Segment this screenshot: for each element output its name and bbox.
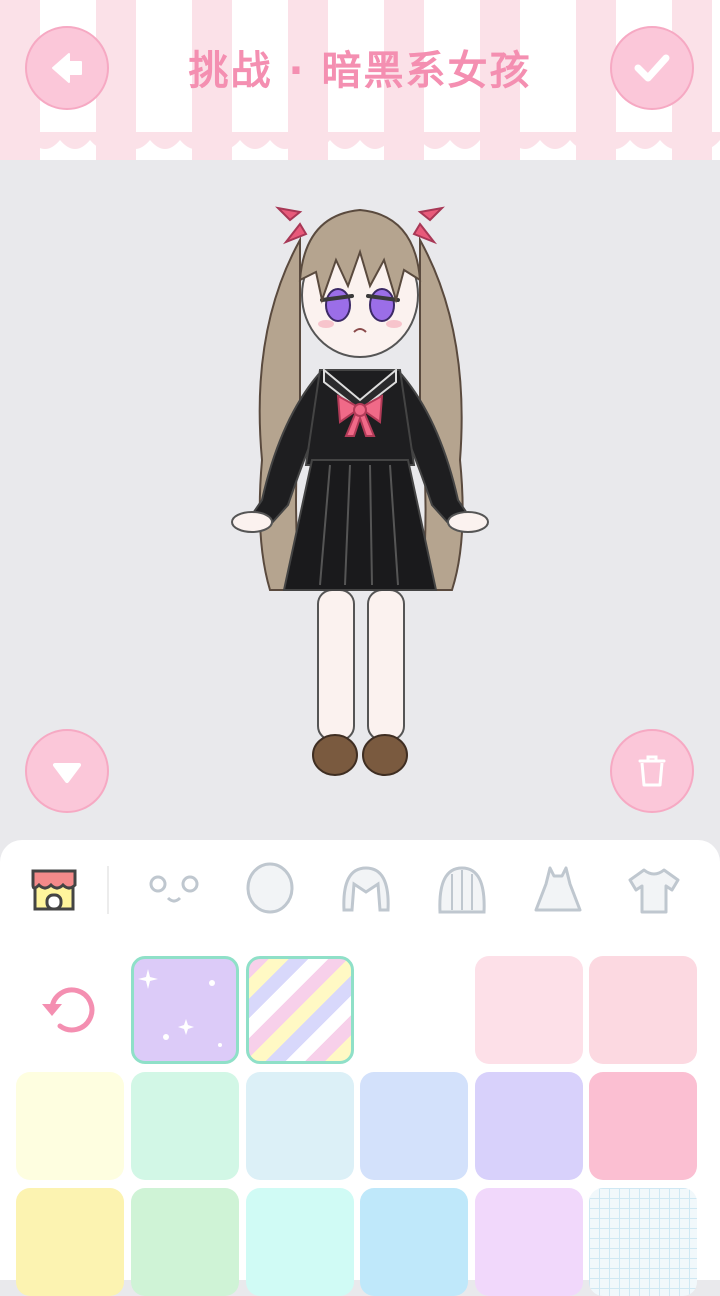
arrow-left-icon — [52, 53, 82, 83]
swatch-purple-sparkles[interactable] — [131, 956, 239, 1064]
trash-icon — [638, 755, 666, 787]
reset-icon — [42, 987, 95, 1033]
swatch-pink[interactable] — [589, 956, 697, 1064]
head-icon — [246, 862, 294, 914]
editor-panel — [0, 840, 720, 1296]
swatch-periwinkle[interactable] — [360, 1072, 468, 1180]
tab-shop[interactable] — [22, 858, 86, 922]
tab-hair-front[interactable] — [334, 858, 398, 922]
triangle-down-icon — [53, 763, 81, 783]
hair-front-icon — [342, 866, 390, 912]
swatch-mint[interactable] — [131, 1072, 239, 1180]
swatch-rose[interactable] — [589, 1072, 697, 1180]
reset-button[interactable] — [16, 956, 124, 1064]
shirt-icon — [628, 868, 680, 914]
swatch-light-blue[interactable] — [246, 1072, 354, 1180]
swatch-lavender[interactable] — [475, 1072, 583, 1180]
swatch-cream[interactable] — [16, 1072, 124, 1180]
tab-dress[interactable] — [526, 858, 590, 922]
tab-divider — [107, 866, 109, 914]
tab-shirt[interactable] — [622, 858, 686, 922]
dress-icon — [534, 866, 582, 912]
trash-button[interactable] — [610, 729, 694, 813]
checkmark-icon — [634, 54, 670, 82]
scallop-edge — [0, 132, 720, 149]
tab-head[interactable] — [238, 858, 302, 922]
tab-hair-back[interactable] — [430, 858, 494, 922]
confirm-button[interactable] — [610, 26, 694, 110]
hair-back-icon — [438, 866, 486, 914]
shop-icon — [31, 869, 77, 911]
character-stage — [0, 160, 720, 840]
collapse-button[interactable] — [25, 729, 109, 813]
tab-face[interactable] — [142, 858, 206, 922]
back-button[interactable] — [25, 26, 109, 110]
sparkle-pattern — [138, 969, 222, 1047]
category-tabs — [0, 840, 720, 940]
swatch-pastel-chevron[interactable] — [246, 956, 354, 1064]
character-figure — [231, 206, 489, 776]
swatch-light-pink[interactable] — [475, 956, 583, 1064]
face-icon — [149, 875, 199, 903]
